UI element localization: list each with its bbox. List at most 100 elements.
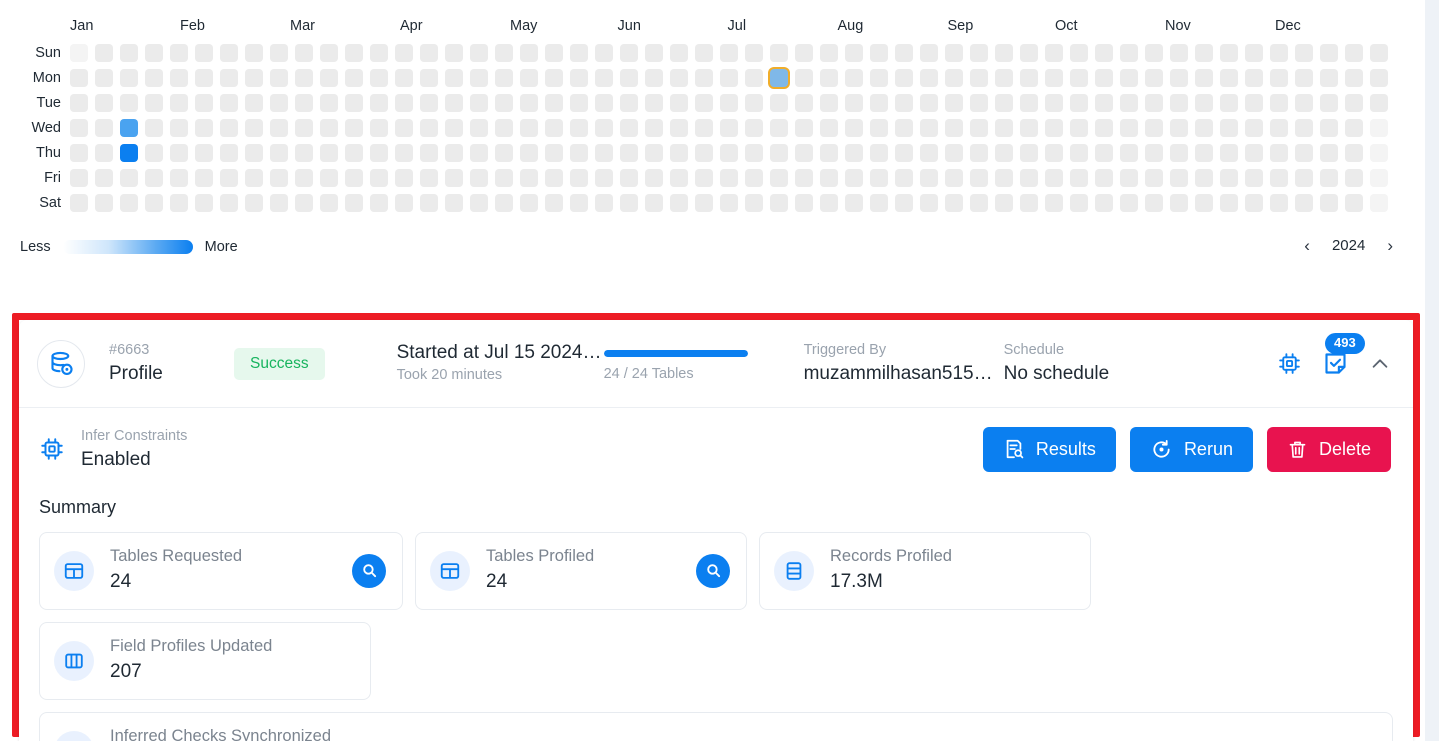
heatmap-cell[interactable] [1295,119,1313,137]
heatmap-cell[interactable] [220,94,238,112]
heatmap-cell[interactable] [1095,194,1113,212]
heatmap-cell[interactable] [370,69,388,87]
heatmap-cell[interactable] [1070,194,1088,212]
heatmap-cell[interactable] [95,169,113,187]
heatmap-cell[interactable] [895,119,913,137]
heatmap-cell[interactable] [95,144,113,162]
heatmap-cell[interactable] [995,169,1013,187]
heatmap-cell[interactable] [1295,69,1313,87]
heatmap-cell[interactable] [420,44,438,62]
heatmap-cell[interactable] [845,194,863,212]
heatmap-cell[interactable] [320,169,338,187]
heatmap-cell[interactable] [170,169,188,187]
heatmap-cell[interactable] [1095,144,1113,162]
heatmap-cell[interactable] [670,169,688,187]
heatmap-cell[interactable] [845,69,863,87]
heatmap-cell[interactable] [1195,194,1213,212]
heatmap-cell[interactable] [520,169,538,187]
heatmap-cell[interactable] [620,44,638,62]
heatmap-cell[interactable] [520,119,538,137]
prev-year-button[interactable]: ‹ [1304,237,1310,254]
heatmap-cell[interactable] [270,194,288,212]
heatmap-cell[interactable] [1145,169,1163,187]
heatmap-cell[interactable] [520,94,538,112]
heatmap-cell[interactable] [820,69,838,87]
heatmap-cell[interactable] [470,44,488,62]
heatmap-cell[interactable] [345,119,363,137]
heatmap-cell[interactable] [620,69,638,87]
heatmap-cell[interactable] [495,194,513,212]
heatmap-cell[interactable] [1045,44,1063,62]
heatmap-cell[interactable] [995,119,1013,137]
heatmap-cell[interactable] [1220,194,1238,212]
heatmap-cell[interactable] [445,69,463,87]
heatmap-cell[interactable] [220,69,238,87]
heatmap-cell[interactable] [270,69,288,87]
heatmap-cell[interactable] [1020,94,1038,112]
heatmap-cell[interactable] [320,144,338,162]
heatmap-cell[interactable] [845,94,863,112]
heatmap-cell[interactable] [945,94,963,112]
heatmap-cell[interactable] [1220,169,1238,187]
heatmap-cell[interactable] [1320,119,1338,137]
heatmap-cell[interactable] [420,119,438,137]
heatmap-cell[interactable] [695,194,713,212]
heatmap-cell[interactable] [195,44,213,62]
heatmap-cell[interactable] [770,119,788,137]
heatmap-cell[interactable] [70,144,88,162]
heatmap-cell[interactable] [945,144,963,162]
heatmap-cell[interactable] [1020,119,1038,137]
heatmap-cell[interactable] [195,69,213,87]
heatmap-cell[interactable] [395,194,413,212]
heatmap-cell[interactable] [1145,69,1163,87]
heatmap-cell[interactable] [1045,169,1063,187]
heatmap-cell[interactable] [120,69,138,87]
heatmap-cell[interactable] [745,119,763,137]
heatmap-cell[interactable] [1345,119,1363,137]
heatmap-cell[interactable] [1220,119,1238,137]
heatmap-cell[interactable] [170,94,188,112]
heatmap-cell[interactable] [245,169,263,187]
heatmap-cell[interactable] [470,69,488,87]
heatmap-cell[interactable] [245,69,263,87]
heatmap-cell[interactable] [345,94,363,112]
heatmap-cell[interactable] [570,119,588,137]
heatmap-cell[interactable] [495,44,513,62]
heatmap-cell[interactable] [1170,119,1188,137]
heatmap-cell[interactable] [970,44,988,62]
heatmap-cell[interactable] [470,194,488,212]
inferred-checks-indicator[interactable]: 493 [1322,333,1365,377]
heatmap-cell[interactable] [1070,94,1088,112]
heatmap-cell[interactable] [145,69,163,87]
heatmap-cell[interactable] [720,119,738,137]
heatmap-cell[interactable] [445,94,463,112]
heatmap-cell[interactable] [145,44,163,62]
heatmap-cell[interactable] [745,144,763,162]
heatmap-cell[interactable] [170,69,188,87]
heatmap-cell[interactable] [1170,169,1188,187]
heatmap-cell[interactable] [1020,44,1038,62]
heatmap-cell[interactable] [1345,169,1363,187]
heatmap-cell[interactable] [470,169,488,187]
heatmap-cell[interactable] [670,69,688,87]
heatmap-cell[interactable] [395,144,413,162]
heatmap-cell[interactable] [1170,44,1188,62]
heatmap-cell[interactable] [545,144,563,162]
heatmap-cell[interactable] [695,94,713,112]
heatmap-cell[interactable] [370,194,388,212]
heatmap-cell[interactable] [445,119,463,137]
heatmap-cell[interactable] [670,144,688,162]
heatmap-cell[interactable] [1245,119,1263,137]
heatmap-cell[interactable] [645,94,663,112]
heatmap-cell[interactable] [95,119,113,137]
heatmap-cell[interactable] [720,69,738,87]
heatmap-cell[interactable] [770,194,788,212]
rerun-button[interactable]: Rerun [1129,426,1253,472]
heatmap-cell[interactable] [695,44,713,62]
heatmap-cell[interactable] [95,94,113,112]
heatmap-cell[interactable] [1070,69,1088,87]
heatmap-cell[interactable] [170,194,188,212]
heatmap-cell[interactable] [145,119,163,137]
heatmap-cell[interactable] [70,169,88,187]
heatmap-cell[interactable] [145,144,163,162]
